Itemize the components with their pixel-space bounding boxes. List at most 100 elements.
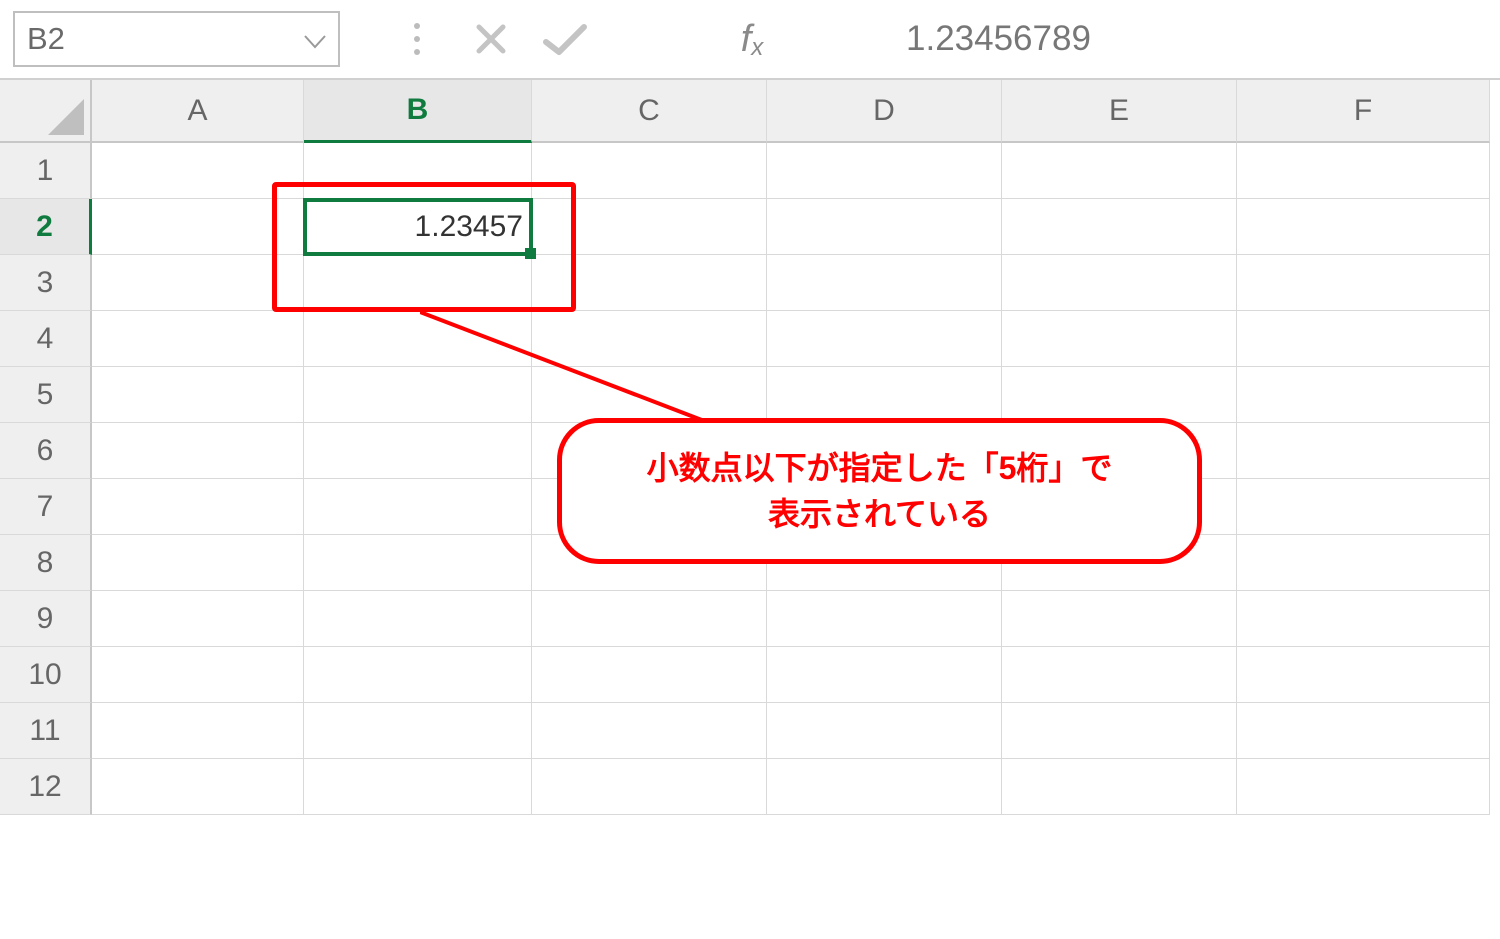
cell[interactable] <box>532 479 767 535</box>
cell[interactable] <box>1002 647 1237 703</box>
row-header-7[interactable]: 7 <box>0 479 92 535</box>
row-header-1[interactable]: 1 <box>0 143 92 199</box>
cell[interactable] <box>92 255 304 311</box>
cell[interactable] <box>92 367 304 423</box>
row-header-11[interactable]: 11 <box>0 703 92 759</box>
cell[interactable] <box>1237 759 1490 815</box>
cell[interactable] <box>304 311 532 367</box>
cell[interactable] <box>767 703 1002 759</box>
more-icon[interactable] <box>380 11 454 67</box>
row-header-9[interactable]: 9 <box>0 591 92 647</box>
col-header-B[interactable]: B <box>304 80 532 143</box>
cell[interactable] <box>304 759 532 815</box>
cell[interactable] <box>92 647 304 703</box>
cancel-icon[interactable] <box>454 11 528 67</box>
cell[interactable] <box>767 367 1002 423</box>
cell[interactable] <box>767 479 1002 535</box>
cell[interactable] <box>1237 535 1490 591</box>
namebox-value: B2 <box>27 21 65 57</box>
fx-icon[interactable]: fx <box>602 18 902 61</box>
cell[interactable] <box>304 591 532 647</box>
row-header-6[interactable]: 6 <box>0 423 92 479</box>
col-header-C[interactable]: C <box>532 80 767 143</box>
cell[interactable] <box>1002 423 1237 479</box>
cell[interactable] <box>767 759 1002 815</box>
cell[interactable] <box>1002 703 1237 759</box>
cell[interactable] <box>304 703 532 759</box>
cell[interactable] <box>532 759 767 815</box>
formula-bar: B2 fx <box>0 0 1500 80</box>
cell[interactable] <box>767 423 1002 479</box>
col-header-D[interactable]: D <box>767 80 1002 143</box>
cell[interactable] <box>1237 647 1490 703</box>
cell[interactable] <box>1237 311 1490 367</box>
cell[interactable] <box>92 199 304 255</box>
cell[interactable] <box>92 143 304 199</box>
cell[interactable] <box>767 311 1002 367</box>
row-header-5[interactable]: 5 <box>0 367 92 423</box>
row-header-10[interactable]: 10 <box>0 647 92 703</box>
cell[interactable] <box>767 255 1002 311</box>
cell[interactable] <box>92 703 304 759</box>
cell[interactable] <box>1002 479 1237 535</box>
cell[interactable] <box>532 591 767 647</box>
row-header-4[interactable]: 4 <box>0 311 92 367</box>
cell[interactable] <box>1002 591 1237 647</box>
cell[interactable] <box>1237 591 1490 647</box>
cell[interactable] <box>532 367 767 423</box>
enter-icon[interactable] <box>528 11 602 67</box>
cell[interactable] <box>304 535 532 591</box>
cell[interactable] <box>1237 703 1490 759</box>
cell[interactable] <box>767 647 1002 703</box>
cell[interactable] <box>92 535 304 591</box>
select-all-corner[interactable] <box>0 80 92 143</box>
row-header-3[interactable]: 3 <box>0 255 92 311</box>
cell[interactable] <box>304 255 532 311</box>
cell[interactable] <box>532 535 767 591</box>
cell[interactable] <box>532 647 767 703</box>
cell[interactable] <box>1002 759 1237 815</box>
cell[interactable] <box>1002 367 1237 423</box>
cell[interactable] <box>1237 423 1490 479</box>
cell[interactable] <box>532 423 767 479</box>
cell[interactable] <box>1237 479 1490 535</box>
cell[interactable] <box>532 703 767 759</box>
cell[interactable] <box>92 759 304 815</box>
formula-input[interactable] <box>902 11 1490 67</box>
cell[interactable] <box>1237 199 1490 255</box>
row-header-2[interactable]: 2 <box>0 199 92 255</box>
cell[interactable] <box>532 199 767 255</box>
cell[interactable] <box>304 423 532 479</box>
col-header-A[interactable]: A <box>92 80 304 143</box>
cell[interactable] <box>92 311 304 367</box>
cell[interactable] <box>767 591 1002 647</box>
row-header-12[interactable]: 12 <box>0 759 92 815</box>
cell[interactable] <box>532 311 767 367</box>
row-header-8[interactable]: 8 <box>0 535 92 591</box>
cell[interactable] <box>767 535 1002 591</box>
cell[interactable] <box>1237 255 1490 311</box>
cell[interactable] <box>1002 311 1237 367</box>
cell[interactable] <box>1002 143 1237 199</box>
cell[interactable] <box>92 591 304 647</box>
cell[interactable] <box>1237 367 1490 423</box>
cell[interactable] <box>304 143 532 199</box>
col-header-F[interactable]: F <box>1237 80 1490 143</box>
cell[interactable] <box>92 479 304 535</box>
cell[interactable] <box>304 367 532 423</box>
cell[interactable] <box>767 143 1002 199</box>
cell[interactable] <box>1237 143 1490 199</box>
cell[interactable] <box>532 143 767 199</box>
cell[interactable] <box>1002 535 1237 591</box>
namebox[interactable]: B2 <box>13 11 340 67</box>
cell[interactable] <box>1002 255 1237 311</box>
cell[interactable] <box>1002 199 1237 255</box>
cell[interactable] <box>532 255 767 311</box>
cell[interactable] <box>767 199 1002 255</box>
cell[interactable] <box>92 423 304 479</box>
cell[interactable] <box>304 647 532 703</box>
col-header-E[interactable]: E <box>1002 80 1237 143</box>
chevron-down-icon[interactable] <box>304 21 326 57</box>
cell-B2[interactable]: 1.23457 <box>304 199 532 255</box>
cell[interactable] <box>304 479 532 535</box>
